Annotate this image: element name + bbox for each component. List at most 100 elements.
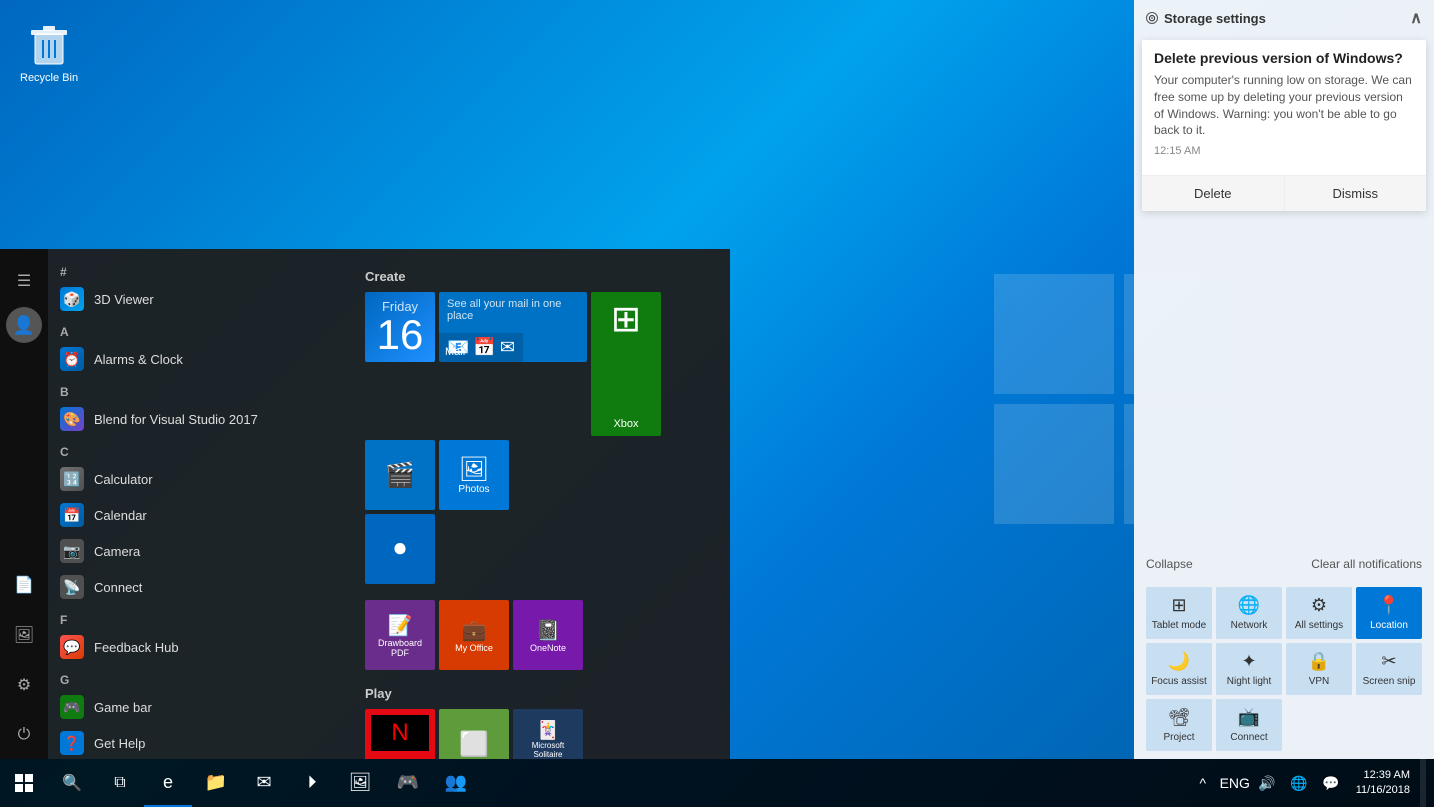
taskbar-photos[interactable]: 🖼 (336, 759, 384, 807)
tile-photos[interactable]: 🖼 Photos (439, 440, 509, 510)
group-g: G (48, 669, 349, 689)
drawboard-label: Drawboard PDF (371, 638, 429, 658)
create-section-header: Create (365, 269, 714, 284)
tile-drawboard[interactable]: 📝 Drawboard PDF (365, 600, 435, 670)
tile-mail[interactable]: See all your mail in one place 📧 📅 ✉ Mai… (439, 292, 587, 362)
group-b: B (48, 381, 349, 401)
notification-panel: ⊙ Storage settings ∧ Delete previous ver… (1134, 0, 1434, 759)
action-tablet-mode[interactable]: ⊞ Tablet mode (1146, 587, 1212, 639)
network-icon: 🌐 (1238, 595, 1260, 616)
documents-btn[interactable]: 📄 (0, 561, 48, 609)
taskbar-explorer[interactable]: 📁 (192, 759, 240, 807)
tray-language[interactable]: ENG (1220, 759, 1250, 807)
app-gamebar[interactable]: 🎮 Game bar (48, 689, 349, 725)
action-location[interactable]: 📍 Location (1356, 587, 1422, 639)
action-network[interactable]: 🌐 Network (1216, 587, 1282, 639)
photos-tile-label: Photos (458, 484, 489, 495)
hamburger-menu-btn[interactable]: ☰ (0, 257, 48, 305)
app-camera-label: Camera (94, 544, 140, 559)
pictures-btn[interactable]: 🖼 (0, 611, 48, 659)
recycle-bin-label: Recycle Bin (20, 72, 78, 84)
app-camera[interactable]: 📷 Camera (48, 533, 349, 569)
action-center-grid: ⊞ Tablet mode 🌐 Network ⚙ All settings 📍… (1134, 579, 1434, 759)
play-section-header: Play (365, 686, 714, 701)
app-list: # 🎲 3D Viewer A ⏰ Alarms & Clock B 🎨 Ble… (48, 249, 349, 759)
app-3dviewer[interactable]: 🎲 3D Viewer (48, 281, 349, 317)
tray-chevron[interactable]: ^ (1188, 759, 1218, 807)
app-blend[interactable]: 🎨 Blend for Visual Studio 2017 (48, 401, 349, 437)
taskbar-edge[interactable]: e (144, 759, 192, 807)
action-screensnip[interactable]: ✂ Screen snip (1356, 643, 1422, 695)
collapse-btn[interactable]: ∧ (1410, 8, 1422, 28)
app-calculator[interactable]: 🔢 Calculator (48, 461, 349, 497)
power-btn[interactable]: ⏻ (0, 711, 48, 759)
notif-question: Delete previous version of Windows? (1154, 50, 1414, 66)
collapse-all-btn[interactable]: Collapse (1146, 557, 1193, 571)
dismiss-btn[interactable]: Dismiss (1284, 176, 1427, 211)
tablet-mode-label: Tablet mode (1152, 620, 1206, 631)
taskbar-people[interactable]: 👥 (432, 759, 480, 807)
create-tiles: Friday 16 See all your mail in one place… (365, 292, 714, 584)
tray-action-center[interactable]: 💬 (1316, 759, 1346, 807)
group-a: A (48, 321, 349, 341)
start-tiles: Create Friday 16 See all your mail in on… (349, 249, 730, 759)
app-gamebar-label: Game bar (94, 700, 152, 715)
app-feedback[interactable]: 💬 Feedback Hub (48, 629, 349, 665)
app-alarms[interactable]: ⏰ Alarms & Clock (48, 341, 349, 377)
task-view-button[interactable]: ⧉ (96, 759, 144, 807)
action-connect[interactable]: 📺 Connect (1216, 699, 1282, 751)
create-tiles-row2: 📝 Drawboard PDF 💼 My Office 📓 OneNote (365, 600, 714, 670)
app-calculator-label: Calculator (94, 472, 153, 487)
mail-tile-label: Mail (445, 346, 465, 358)
group-f: F (48, 609, 349, 629)
tile-netflix[interactable]: N Netflix (365, 709, 435, 759)
recycle-bin[interactable]: Recycle Bin (20, 20, 78, 84)
tile-solitaire[interactable]: 🃏 Microsoft Solitaire Collection (513, 709, 583, 759)
tile-minecraft[interactable]: ⬜ Minecraft (439, 709, 509, 759)
taskbar-media[interactable]: ⏵ (288, 759, 336, 807)
settings-btn[interactable]: ⚙ (0, 661, 48, 709)
delete-btn[interactable]: Delete (1142, 176, 1284, 211)
user-avatar[interactable]: 👤 (6, 307, 42, 343)
tile-media2[interactable]: ⏺ (365, 514, 435, 584)
notif-body-text: Your computer's running low on storage. … (1154, 72, 1414, 139)
action-vpn[interactable]: 🔒 VPN (1286, 643, 1352, 695)
tile-media1[interactable]: 🎬 (365, 440, 435, 510)
project-icon: 📽 (1168, 707, 1191, 728)
show-desktop[interactable] (1420, 759, 1426, 807)
settings-label: All settings (1295, 620, 1343, 631)
notif-footer: Collapse Clear all notifications (1134, 549, 1434, 579)
tile-xbox[interactable]: ⊞ Xbox (591, 292, 661, 436)
search-button[interactable]: 🔍 (48, 759, 96, 807)
xbox-icon: ⊞ (611, 298, 641, 340)
tray-volume[interactable]: 🔊 (1252, 759, 1282, 807)
desktop: Recycle Bin ☰ 👤 📄 🖼 ⚙ ⏻ # 🎲 (0, 0, 1434, 807)
notif-time: 12:15 AM (1154, 145, 1414, 157)
mail-tile-tagline: See all your mail in one place (439, 292, 587, 328)
date-display: 11/16/2018 (1356, 783, 1410, 798)
tile-date[interactable]: Friday 16 (365, 292, 435, 362)
app-gethelp-label: Get Help (94, 736, 145, 751)
screensnip-label: Screen snip (1363, 676, 1416, 687)
app-feedback-label: Feedback Hub (94, 640, 179, 655)
action-project[interactable]: 📽 Project (1146, 699, 1212, 751)
app-gethelp[interactable]: ❓ Get Help (48, 725, 349, 759)
action-settings[interactable]: ⚙ All settings (1286, 587, 1352, 639)
group-c: C (48, 441, 349, 461)
taskbar-clock[interactable]: 12:39 AM 11/16/2018 (1348, 768, 1418, 799)
taskbar-xbox[interactable]: 🎮 (384, 759, 432, 807)
taskbar-apps: e 📁 ✉ ⏵ 🖼 🎮 👥 (144, 759, 1188, 807)
tray-network[interactable]: 🌐 (1284, 759, 1314, 807)
action-nightlight[interactable]: ✦ Night light (1216, 643, 1282, 695)
start-sidebar: ☰ 👤 📄 🖼 ⚙ ⏻ (0, 249, 48, 759)
location-icon: 📍 (1378, 595, 1400, 616)
clear-all-btn[interactable]: Clear all notifications (1311, 557, 1422, 571)
start-button[interactable] (0, 759, 48, 807)
taskbar-mail[interactable]: ✉ (240, 759, 288, 807)
tile-myoffice[interactable]: 💼 My Office (439, 600, 509, 670)
location-label: Location (1370, 620, 1408, 631)
action-focus[interactable]: 🌙 Focus assist (1146, 643, 1212, 695)
app-calendar[interactable]: 📅 Calendar (48, 497, 349, 533)
app-connect[interactable]: 📡 Connect (48, 569, 349, 605)
tile-onenote[interactable]: 📓 OneNote (513, 600, 583, 670)
